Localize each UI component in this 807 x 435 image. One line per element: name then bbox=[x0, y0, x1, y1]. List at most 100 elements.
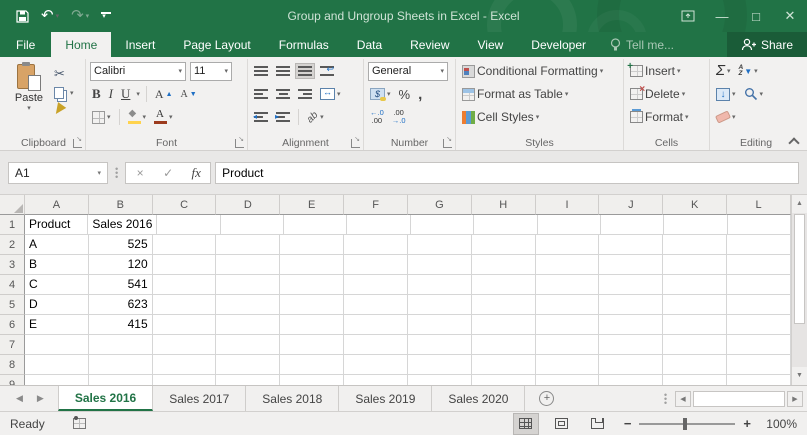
cell-C4[interactable] bbox=[153, 275, 217, 295]
cell-I5[interactable] bbox=[536, 295, 600, 315]
cell-L9[interactable] bbox=[727, 375, 791, 385]
cell-F4[interactable] bbox=[344, 275, 408, 295]
cell-I9[interactable] bbox=[536, 375, 600, 385]
cell-K7[interactable] bbox=[663, 335, 727, 355]
format-painter-button[interactable] bbox=[52, 103, 76, 116]
cell-A8[interactable] bbox=[25, 355, 89, 375]
middle-align-button[interactable] bbox=[274, 64, 292, 78]
clipboard-dialog-launcher[interactable] bbox=[73, 139, 82, 148]
insert-function-button[interactable]: fx bbox=[182, 165, 210, 181]
cell-H6[interactable] bbox=[472, 315, 536, 335]
row-header-1[interactable]: 1 bbox=[0, 215, 25, 235]
name-box[interactable]: A1 ▾ bbox=[8, 162, 108, 184]
column-header-B[interactable]: B bbox=[89, 195, 153, 215]
column-header-F[interactable]: F bbox=[344, 195, 408, 215]
cell-B3[interactable]: 120 bbox=[89, 255, 153, 275]
close-button[interactable]: ✕ bbox=[773, 0, 807, 32]
cell-A3[interactable]: B bbox=[25, 255, 89, 275]
alignment-dialog-launcher[interactable] bbox=[351, 139, 360, 148]
cell-I1[interactable] bbox=[538, 215, 601, 235]
cell-E6[interactable] bbox=[280, 315, 344, 335]
cell-F3[interactable] bbox=[344, 255, 408, 275]
merge-center-button[interactable]: ▾ bbox=[318, 87, 343, 101]
align-center-button[interactable] bbox=[274, 87, 292, 101]
cell-J5[interactable] bbox=[599, 295, 663, 315]
cell-F1[interactable] bbox=[347, 215, 410, 235]
cell-A6[interactable]: E bbox=[25, 315, 89, 335]
cell-D3[interactable] bbox=[216, 255, 280, 275]
cell-J2[interactable] bbox=[599, 235, 663, 255]
cell-D5[interactable] bbox=[216, 295, 280, 315]
zoom-in-button[interactable]: + bbox=[743, 416, 751, 431]
insert-cells-button[interactable]: Insert▾ bbox=[628, 63, 683, 79]
cell-K9[interactable] bbox=[663, 375, 727, 385]
cell-I4[interactable] bbox=[536, 275, 600, 295]
ribbon-display-options-button[interactable] bbox=[671, 0, 705, 32]
cell-B5[interactable]: 623 bbox=[89, 295, 153, 315]
tab-view[interactable]: View bbox=[464, 32, 518, 57]
cell-G6[interactable] bbox=[408, 315, 472, 335]
share-button[interactable]: Share bbox=[727, 32, 807, 57]
paste-button[interactable]: Paste ▾ bbox=[6, 61, 52, 134]
cell-D7[interactable] bbox=[216, 335, 280, 355]
cell-C3[interactable] bbox=[153, 255, 217, 275]
borders-button[interactable]: ▾ bbox=[90, 110, 113, 125]
tab-file[interactable]: File bbox=[0, 32, 51, 57]
font-size-combo[interactable]: 11▾ bbox=[190, 62, 232, 81]
tab-review[interactable]: Review bbox=[396, 32, 463, 57]
tab-data[interactable]: Data bbox=[343, 32, 396, 57]
cell-H3[interactable] bbox=[472, 255, 536, 275]
increase-font-size-button[interactable]: A▲ bbox=[153, 86, 175, 103]
fill-color-button[interactable]: ▾ bbox=[126, 110, 149, 125]
cell-H1[interactable] bbox=[474, 215, 537, 235]
cell-H2[interactable] bbox=[472, 235, 536, 255]
cell-C9[interactable] bbox=[153, 375, 217, 385]
cell-D1[interactable] bbox=[221, 215, 284, 235]
cell-E7[interactable] bbox=[280, 335, 344, 355]
comma-style-button[interactable]: , bbox=[416, 85, 424, 104]
cell-H8[interactable] bbox=[472, 355, 536, 375]
cell-K1[interactable] bbox=[664, 215, 727, 235]
scroll-right-icon[interactable]: ▶ bbox=[787, 391, 803, 407]
customize-quick-access-button[interactable] bbox=[97, 10, 115, 22]
fill-button[interactable]: ↓▾ bbox=[714, 87, 738, 102]
cell-G2[interactable] bbox=[408, 235, 472, 255]
tab-developer[interactable]: Developer bbox=[517, 32, 600, 57]
cut-button[interactable]: ✂ bbox=[52, 65, 76, 83]
row-header-7[interactable]: 7 bbox=[0, 335, 25, 355]
cell-J6[interactable] bbox=[599, 315, 663, 335]
wrap-text-button[interactable] bbox=[318, 64, 336, 78]
cell-L6[interactable] bbox=[727, 315, 791, 335]
tab-page-layout[interactable]: Page Layout bbox=[169, 32, 264, 57]
italic-button[interactable]: I bbox=[107, 85, 115, 103]
decrease-indent-button[interactable]: ◂ bbox=[252, 110, 270, 124]
column-header-D[interactable]: D bbox=[216, 195, 280, 215]
cell-B4[interactable]: 541 bbox=[89, 275, 153, 295]
cancel-button[interactable]: × bbox=[126, 166, 154, 180]
sheet-tab-sales-2020[interactable]: Sales 2020 bbox=[432, 386, 525, 411]
vertical-scroll-thumb[interactable] bbox=[794, 214, 805, 324]
cell-J3[interactable] bbox=[599, 255, 663, 275]
increase-decimal-button[interactable]: ←.0.00 bbox=[368, 109, 386, 125]
cell-L5[interactable] bbox=[727, 295, 791, 315]
zoom-out-button[interactable]: − bbox=[624, 416, 632, 431]
next-sheet-icon[interactable]: ▶ bbox=[37, 393, 44, 404]
copy-button[interactable]: ▾ bbox=[52, 86, 76, 100]
scroll-left-icon[interactable]: ◀ bbox=[675, 391, 691, 407]
new-sheet-button[interactable]: + bbox=[525, 386, 568, 411]
horizontal-scroll-thumb[interactable] bbox=[693, 391, 785, 407]
cell-A2[interactable]: A bbox=[25, 235, 89, 255]
cell-J9[interactable] bbox=[599, 375, 663, 385]
format-as-table-button[interactable]: Format as Table▾ bbox=[460, 86, 570, 102]
cell-J1[interactable] bbox=[601, 215, 664, 235]
cell-D9[interactable] bbox=[216, 375, 280, 385]
bold-button[interactable]: B bbox=[90, 85, 103, 103]
format-cells-button[interactable]: Format▾ bbox=[628, 109, 691, 125]
vertical-scrollbar[interactable]: ▲ ▼ bbox=[791, 195, 807, 385]
sheet-tab-sales-2016[interactable]: Sales 2016 bbox=[58, 386, 153, 411]
cell-J4[interactable] bbox=[599, 275, 663, 295]
cell-I3[interactable] bbox=[536, 255, 600, 275]
cell-E1[interactable] bbox=[284, 215, 347, 235]
scroll-down-icon[interactable]: ▼ bbox=[792, 367, 807, 385]
cell-E2[interactable] bbox=[280, 235, 344, 255]
